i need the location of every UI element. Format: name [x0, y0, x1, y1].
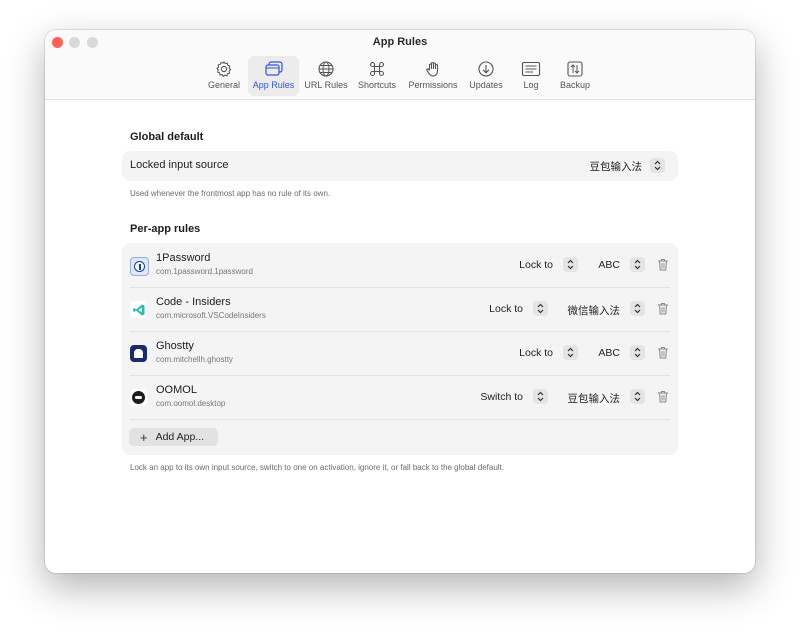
download-circle-icon	[478, 61, 494, 77]
gear-icon	[216, 60, 232, 78]
global-input-source-value: 豆包输入法	[589, 161, 643, 173]
1password-icon	[130, 257, 149, 276]
app-rule-row: Ghostty com.mitchellh.ghostty Lock to AB…	[122, 331, 678, 375]
global-default-heading: Global default	[130, 131, 204, 143]
app-rule-row: OOMOL com.oomol.desktop Switch to 豆包输入法	[122, 375, 678, 419]
updown-chevron-icon	[533, 389, 548, 404]
tab-backup[interactable]: Backup	[556, 56, 594, 96]
tab-log-label: Log	[523, 80, 539, 90]
global-default-caption: Used whenever the frontmost app has no r…	[130, 189, 331, 198]
app-bundle-id: com.microsoft.VSCodeInsiders	[156, 311, 266, 320]
tab-updates-label: Updates	[469, 80, 503, 90]
app-bundle-id: com.oomol.desktop	[156, 399, 226, 408]
per-app-rules-heading: Per-app rules	[130, 223, 201, 235]
app-name: Code - Insiders	[156, 296, 231, 308]
command-icon	[369, 61, 385, 77]
input-source-value: ABC	[598, 347, 620, 359]
tab-shortcuts-label: Shortcuts	[357, 80, 397, 90]
input-source-value: ABC	[598, 259, 620, 271]
trash-icon[interactable]	[657, 346, 669, 359]
window-title: App Rules	[372, 36, 428, 48]
tab-updates[interactable]: Updates	[466, 56, 506, 96]
tab-url-rules-label: URL Rules	[304, 80, 348, 90]
updown-chevron-icon	[533, 301, 548, 316]
add-app-label: Add App...	[155, 431, 205, 443]
updown-chevron-icon	[630, 257, 645, 272]
trash-icon[interactable]	[657, 390, 669, 403]
log-list-icon	[521, 61, 541, 77]
hand-icon	[426, 61, 439, 77]
trash-icon[interactable]	[657, 302, 669, 315]
global-default-card: Locked input source 豆包输入法	[122, 151, 678, 181]
row-divider	[130, 419, 670, 420]
globe-icon	[318, 61, 334, 77]
locked-input-source-label: Locked input source	[130, 159, 229, 171]
app-rule-row: Code - Insiders com.microsoft.VSCodeInsi…	[122, 287, 678, 331]
oomol-icon	[130, 389, 147, 406]
settings-window: App Rules General App Rules URL Rules Sh…	[45, 30, 755, 573]
backup-icon	[567, 61, 583, 77]
app-rule-row: 1Password com.1password.1password Lock t…	[122, 243, 678, 287]
ghostty-icon	[130, 345, 147, 362]
rule-mode-value: Lock to	[519, 259, 553, 271]
app-name: Ghostty	[156, 340, 194, 352]
app-bundle-id: com.mitchellh.ghostty	[156, 355, 233, 364]
per-app-rules-card: 1Password com.1password.1password Lock t…	[122, 243, 678, 455]
per-app-rules-caption: Lock an app to its own input source, swi…	[130, 463, 504, 472]
updown-chevron-icon	[630, 345, 645, 360]
input-source-value: 微信输入法	[567, 305, 621, 317]
updown-chevron-icon	[563, 257, 578, 272]
app-name: 1Password	[156, 252, 211, 264]
tab-permissions[interactable]: Permissions	[405, 56, 461, 96]
updown-chevron-icon	[630, 389, 645, 404]
tab-app-rules[interactable]: App Rules	[248, 56, 299, 96]
title-bar: App Rules General App Rules URL Rules Sh…	[45, 30, 755, 100]
app-name: OOMOL	[156, 384, 197, 396]
tab-app-rules-label: App Rules	[252, 80, 295, 90]
tab-log[interactable]: Log	[515, 56, 547, 96]
vscode-insiders-icon	[130, 301, 147, 318]
updown-chevron-icon	[563, 345, 578, 360]
trash-icon[interactable]	[657, 258, 669, 271]
tab-backup-label: Backup	[559, 80, 591, 90]
updown-chevron-icon	[650, 158, 665, 173]
tab-permissions-label: Permissions	[408, 80, 458, 90]
tab-general-label: General	[207, 80, 241, 90]
plus-icon: +	[140, 429, 148, 445]
app-bundle-id: com.1password.1password	[156, 267, 253, 276]
tab-url-rules[interactable]: URL Rules	[302, 56, 350, 96]
rule-mode-value: Lock to	[489, 303, 523, 315]
add-app-button[interactable]: + Add App...	[129, 428, 218, 446]
app-windows-icon	[264, 61, 283, 76]
input-source-value: 豆包输入法	[567, 393, 621, 405]
tab-shortcuts[interactable]: Shortcuts	[355, 56, 399, 96]
rule-mode-value: Switch to	[480, 391, 523, 403]
updown-chevron-icon	[630, 301, 645, 316]
rule-mode-value: Lock to	[519, 347, 553, 359]
tab-general[interactable]: General	[205, 56, 243, 96]
